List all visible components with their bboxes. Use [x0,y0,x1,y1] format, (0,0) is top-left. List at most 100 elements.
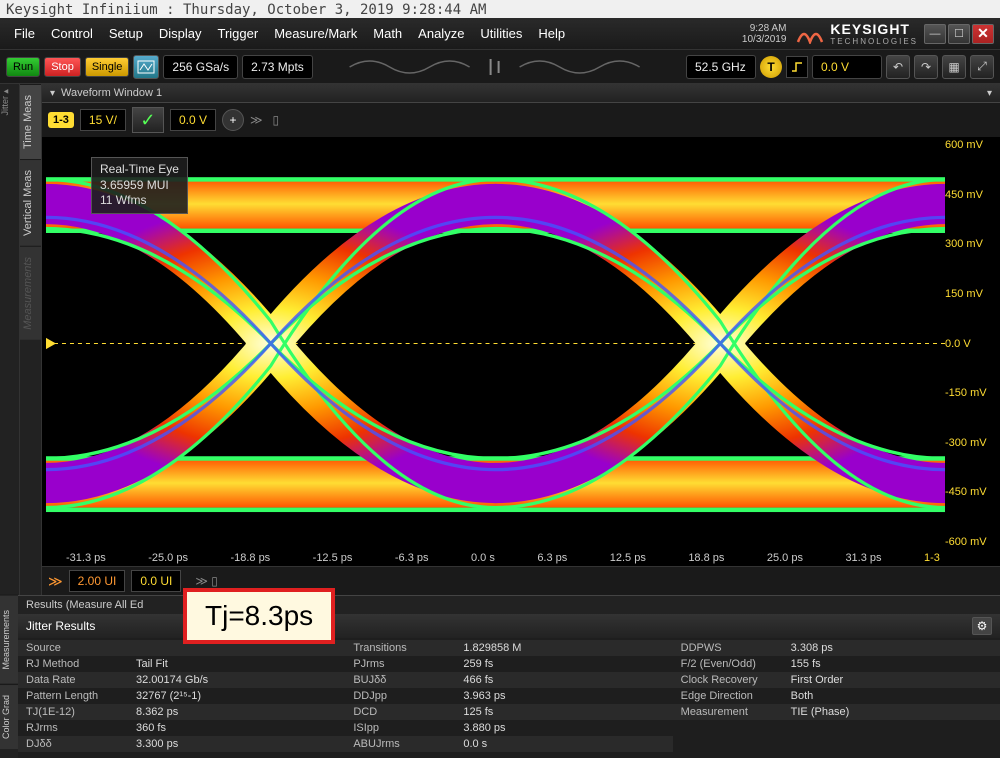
jitter-label: DDPWS [681,642,791,654]
y-tick: 450 mV [945,189,995,201]
channel-enable-check[interactable]: ✓ [132,107,164,133]
x-tick: 6.3 ps [537,552,567,564]
add-channel-icon-button[interactable]: + [222,109,244,131]
x-tick: 31.3 ps [845,552,881,564]
jitter-label: DDJpp [353,690,463,702]
jitter-value: 259 fs [463,658,493,670]
jitter-column: SourceRJ MethodTail FitData Rate32.00174… [18,640,345,752]
channel-offset[interactable]: 0.0 V [170,109,216,131]
channel-scale[interactable]: 15 V/ [80,109,126,131]
window-menu-icon[interactable]: ▾ [987,88,992,99]
menu-control[interactable]: Control [43,22,101,45]
tools-icon-button[interactable]: ▦ [942,55,966,79]
bandwidth-readout[interactable]: 52.5 GHz [686,55,756,79]
channel-badge[interactable]: 1-3 [48,112,74,128]
brand-name: KEYSIGHT [830,21,910,37]
timebase-expand-icon[interactable]: ≫ [48,573,63,590]
x-axis: -31.3 ps -25.0 ps -18.8 ps -12.5 ps -6.3… [42,550,1000,566]
jitter-value: 466 fs [463,674,493,686]
table-row: RJ MethodTail Fit [18,656,345,672]
close-button[interactable]: ✕ [972,24,994,44]
jitter-header-label: Jitter Results [26,619,95,633]
x-tick: -25.0 ps [148,552,188,564]
edge-trigger-icon[interactable] [786,56,808,78]
results-tab-label[interactable]: Results (Measure All Ed [18,596,1000,614]
tab-vertical-meas[interactable]: Vertical Meas [20,159,41,246]
x-tick: 18.8 ps [688,552,724,564]
waveform-area: ▾ Waveform Window 1 ▾ 1-3 15 V/ ✓ 0.0 V … [42,84,1000,595]
bookmark-icon[interactable]: ▯ [273,113,280,127]
tab-measurements[interactable]: Measurements [20,246,41,340]
more-chevron-icon[interactable]: ≫ [250,113,263,127]
autoscale-icon-button[interactable] [133,55,159,79]
table-row: Transitions1.829858 M [345,640,672,656]
jitter-value: 1.829858 M [463,642,521,654]
sample-rate-readout[interactable]: 256 GSa/s [163,55,238,79]
gear-icon-button[interactable]: ⚙ [972,617,992,635]
stop-button[interactable]: Stop [44,57,81,77]
table-row: DDJpp3.963 ps [345,688,672,704]
caret-down-icon: ▾ [50,88,55,99]
menu-math[interactable]: Math [365,22,410,45]
jitter-label: Measurement [681,706,791,718]
jitter-value: 125 fs [463,706,493,718]
time-label: 9:28 AM [742,23,787,34]
jitter-tab-label[interactable]: Jitter▸ [0,84,19,118]
jitter-label: F/2 (Even/Odd) [681,658,791,670]
jitter-column: Transitions1.829858 MPJrms259 fsBUJδδ466… [345,640,672,752]
trigger-badge[interactable]: T [760,56,782,78]
waveform-window-tab[interactable]: ▾ Waveform Window 1 ▾ [42,84,1000,103]
x-tick: -6.3 ps [395,552,429,564]
maximize-button[interactable]: ☐ [948,24,970,44]
timebase-more-icon[interactable]: ≫ ▯ [195,574,218,588]
jitter-label: Source [26,642,136,654]
expand-icon-button[interactable]: ⤢ [970,55,994,79]
table-row: ABUJrms0.0 s [345,736,672,752]
x-tick: 0.0 s [471,552,495,564]
menu-utilities[interactable]: Utilities [472,22,530,45]
menu-file[interactable]: File [6,22,43,45]
timebase-wave-icon [317,55,682,79]
datetime-display: 9:28 AM 10/3/2019 [742,23,787,45]
jitter-value: TIE (Phase) [791,706,850,718]
jitter-label: ABUJrms [353,738,463,750]
keysight-logo: KEYSIGHT TECHNOLOGIES [830,21,918,46]
undo-icon-button[interactable]: ↶ [886,55,910,79]
tab-measurements-bottom[interactable]: Measurements [0,595,18,684]
timebase-span[interactable]: 2.00 UI [69,570,126,592]
menu-analyze[interactable]: Analyze [410,22,472,45]
app-window: File Control Setup Display Trigger Measu… [0,18,1000,758]
menu-display[interactable]: Display [151,22,210,45]
redo-icon-button[interactable]: ↷ [914,55,938,79]
y-tick: -150 mV [945,387,995,399]
trigger-level-readout[interactable]: 0.0 V [812,55,882,79]
menu-setup[interactable]: Setup [101,22,151,45]
jitter-value: 360 fs [136,722,166,734]
timebase-pos[interactable]: 0.0 UI [131,570,181,592]
y-tick: 150 mV [945,288,995,300]
eye-diagram-plot[interactable]: Real-Time Eye 3.65959 MUI 11 Wfms 600 mV… [46,137,945,550]
minimize-button[interactable]: — [924,24,946,44]
tab-time-meas[interactable]: Time Meas [20,84,41,159]
jitter-value: 8.362 ps [136,706,178,718]
y-tick: 300 mV [945,238,995,250]
jitter-value: 3.300 ps [136,738,178,750]
jitter-value: 3.880 ps [463,722,505,734]
jitter-label: DJδδ [26,738,136,750]
jitter-header: Jitter Results ⚙ [18,614,1000,638]
table-row: TJ(1E-12)8.362 ps [18,704,345,720]
menu-measure[interactable]: Measure/Mark [266,22,365,45]
tab-color-grad[interactable]: Color Grad [0,684,18,749]
mem-depth-readout[interactable]: 2.73 Mpts [242,55,313,79]
jitter-label: DCD [353,706,463,718]
menu-trigger[interactable]: Trigger [209,22,266,45]
jitter-value: 155 fs [791,658,821,670]
eye-overlay-wfms: 11 Wfms [100,193,179,209]
menu-help[interactable]: Help [530,22,573,45]
eye-overlay-mui: 3.65959 MUI [100,178,179,194]
single-button[interactable]: Single [85,57,130,77]
run-button[interactable]: Run [6,57,40,77]
jitter-value: 3.308 ps [791,642,833,654]
y-tick: -450 mV [945,486,995,498]
table-row: Pattern Length32767 (2¹⁵-1) [18,688,345,704]
